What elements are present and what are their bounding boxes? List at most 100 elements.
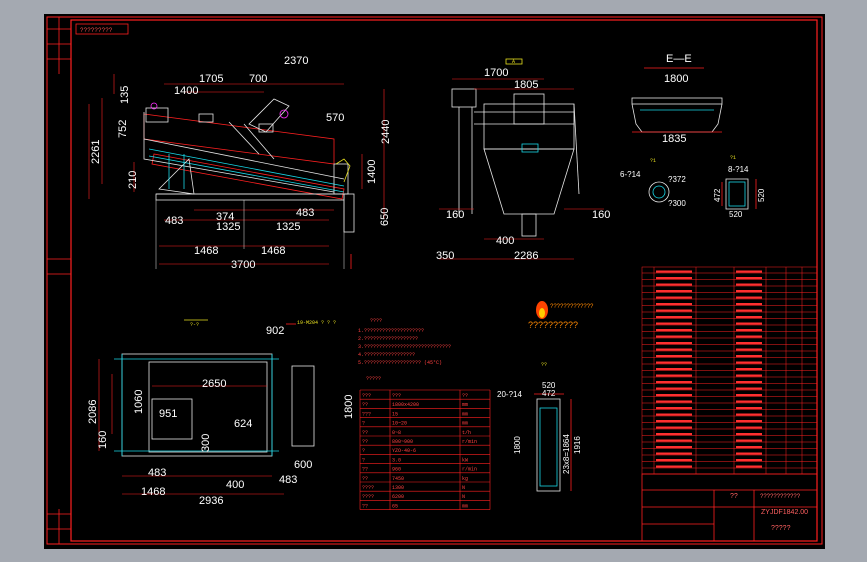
dimension-label: 4.????????????????? [358,352,415,358]
company-question: ???????????? [760,494,801,500]
param-cell: ???? [362,494,374,500]
dimension-label: 1325 [216,221,240,233]
bottom-question: ????? [771,525,791,532]
outer-frame [46,16,823,545]
dimension-label: 1468 [261,245,285,257]
dimension-label: 700 [249,73,267,85]
dimension-label: 210 [127,171,139,189]
dimension-label: A [512,59,515,65]
tech-title: ???? [370,318,382,324]
dimension-label: 23x8=1864 [562,434,571,474]
plan-dimensions: 902 2650 951 624 300 1060 2086 160 1800 … [87,325,355,507]
dimension-label: 160 [97,431,109,449]
plan-view: ?-? [98,319,315,495]
param-cell: 1300 [392,485,404,491]
dimension-label: 1835 [662,133,686,145]
dimension-label: 752 [117,120,129,138]
plan-note: 19-M204 ? ? ? [297,320,336,326]
param-cell: kg [462,476,468,482]
dimension-label: 2650 [202,378,226,390]
param-cell: mm [462,402,468,408]
param-cell: ?? [362,402,368,408]
dimension-label: 650 [379,208,391,226]
dimension-label: 20-?14 [497,390,522,399]
param-cell: mm [462,421,468,427]
detail-views: ?1 ?1 [648,155,757,210]
dimension-label: 600 [294,459,312,471]
params-title: ????? [366,376,381,382]
param-cell: YZO-40-6 [392,448,416,454]
param-cell: mm [462,503,468,509]
dimension-label: 1400 [366,160,378,184]
param-cell: mm [462,411,468,417]
dimension-label: 1468 [141,486,165,498]
param-cell: 800~900 [392,439,413,445]
right-box-dimensions: 20-?14 520 472 1800 23x8=1864 1916 [497,381,582,474]
params-table: ?????????? 1800x4200 mm??? 15 mm? 10~20 mm?? 0~… [359,389,491,510]
dimension-label: 624 [234,418,252,430]
dimension-label: 520 [757,188,766,202]
title-question: ?? [730,493,738,500]
dimension-label: 483 [279,474,297,486]
dimension-label: 902 [266,325,284,337]
dimension-label: 2440 [380,120,392,144]
dimension-label: 1800 [343,395,355,419]
dimension-label: 1400 [174,85,198,97]
title-block [641,473,818,542]
dimension-label: 520 [729,210,743,219]
dimension-label: 400 [226,479,244,491]
main-dimensions: 1400 1705 700 2370 135 752 2261 210 570 … [90,55,392,271]
dimension-label: 2086 [87,400,99,424]
param-cell: kW [462,457,468,463]
param-cell: N [462,485,465,491]
dimension-label: ?1 [730,155,736,161]
dimension-label: 951 [159,408,177,420]
dimension-label: 135 [119,86,131,104]
dimension-label: 400 [496,235,514,247]
dimension-label: ?? [541,362,547,368]
ee-dimensions: 1800 1835 [662,73,688,145]
param-cell: ? [362,457,365,463]
dimension-label: 472 [542,389,556,398]
param-cell: 6200 [392,494,404,500]
param-cell: r/min [462,467,477,473]
param-cell: t/h [462,430,471,436]
dimension-label: 1800 [513,436,522,454]
drawing-canvas[interactable]: ????????? 1400 1705 700 2370 135 752 226… [44,14,825,549]
dimension-label: ?-? [190,322,199,328]
param-cell: ?? [362,503,368,509]
param-cell: 65 [392,503,398,509]
ee-view: E—E [631,53,723,133]
drawing-number: ZYJDF1842.00 [761,509,808,516]
dimension-label: 570 [326,112,344,124]
param-cell: ?? [362,430,368,436]
dimension-label: ?372 [668,175,686,184]
dimension-label: 1800 [664,73,688,85]
dimension-label: ?1 [650,158,656,164]
dimension-label: 1.???????????????????? [358,328,424,334]
dimension-label: 160 [592,209,610,221]
cad-drawing: ????????? 1400 1705 700 2370 135 752 226… [46,16,823,545]
dimension-label: 2936 [199,495,223,507]
left-margin-ticks [47,17,71,544]
param-cell: r/min [462,439,477,445]
param-cell: 15 [392,411,398,417]
parts-list [641,266,818,475]
dimension-label: ?300 [668,199,686,208]
dimension-label: 483 [296,207,314,219]
dimension-label: E—E [666,53,692,65]
param-cell: ?? [362,476,368,482]
top-left-label: ????????? [80,27,113,34]
dimension-label: 483 [148,467,166,479]
param-cell: 7450 [392,476,404,482]
param-cell: 1800x4200 [392,402,419,408]
dimension-label: 2370 [284,55,308,67]
logo-top: ????????????? [550,304,594,310]
dimension-label: 2.?????????????????? [358,336,418,342]
detail-dimensions: 6-?14 ?372 ?300 8-?14 472 520 520 [620,165,766,219]
param-cell: ? [362,421,365,427]
cad-viewer-window: ????????? 1400 1705 700 2370 135 752 226… [0,0,867,562]
dimension-label: 1916 [573,436,582,454]
param-cell: 960 [392,467,401,473]
param-cell: ?? [462,393,468,399]
